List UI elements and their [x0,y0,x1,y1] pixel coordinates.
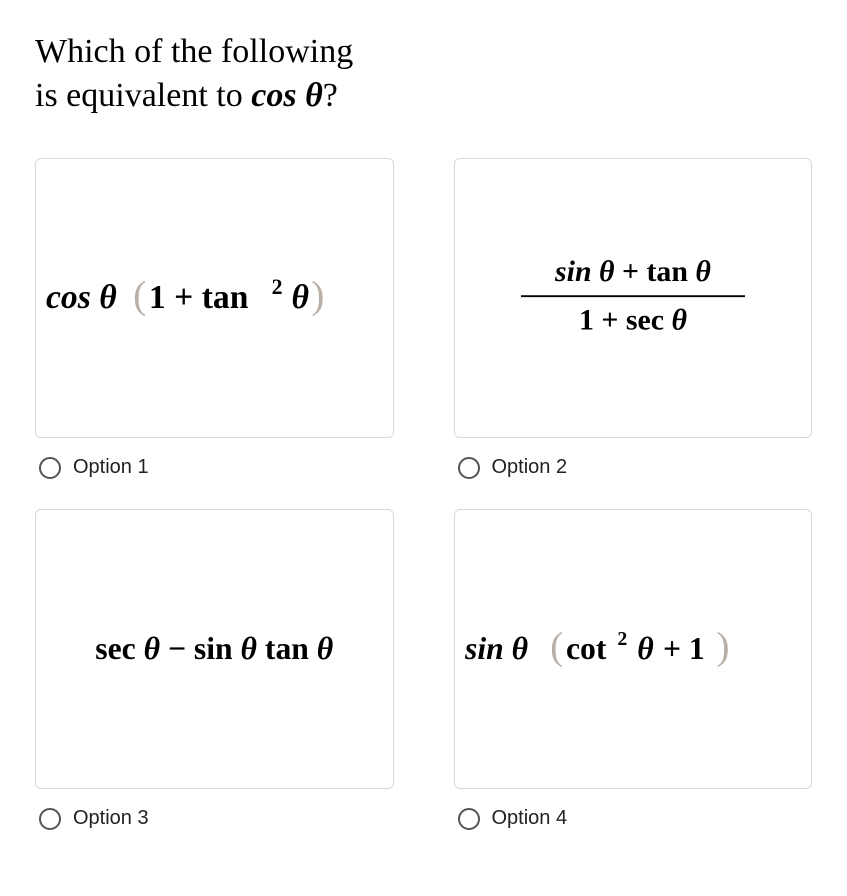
option-card-2: sin θ + tan θ 1 + sec θ [454,158,813,438]
option-radio-row-4[interactable]: Option 4 [454,807,813,830]
option-cell-4: sin θ ( cot 2 θ + 1 ) Option 4 [454,509,813,830]
option-label-1: Option 1 [73,456,149,479]
radio-icon [458,808,480,830]
radio-icon [458,457,480,479]
question-line2b: ? [323,77,338,114]
radio-icon [39,808,61,830]
option-cell-3: sec θ − sin θ tan θ Option 3 [35,509,394,830]
svg-text:): ) [311,273,324,317]
svg-text:2: 2 [617,628,627,650]
question-math: cos θ [251,77,322,114]
math-expr-3: sec θ − sin θ tan θ [46,619,383,679]
options-grid: cos θ ( 1 + tan 2 θ ) Option 1 sin θ + t… [35,158,812,830]
svg-text:(: ( [133,273,146,317]
svg-text:sec θ − sin θ tan θ: sec θ − sin θ tan θ [95,631,333,666]
math-expr-2: sin θ + tan θ 1 + sec θ [493,248,773,348]
svg-text:cos θ: cos θ [46,279,117,316]
svg-text:(: ( [550,624,563,668]
question-line1: Which of the following [35,33,353,70]
svg-text:2: 2 [272,275,283,299]
option-radio-row-1[interactable]: Option 1 [35,456,394,479]
question-line2a: is equivalent to [35,77,251,114]
radio-icon [39,457,61,479]
option-radio-row-2[interactable]: Option 2 [454,456,813,479]
option-label-4: Option 4 [492,807,568,830]
svg-text:θ: θ [637,631,653,666]
option-label-3: Option 3 [73,807,149,830]
svg-text:sin θ: sin θ [465,631,528,666]
svg-text:1 + sec θ: 1 + sec θ [579,304,687,337]
option-card-1: cos θ ( 1 + tan 2 θ ) [35,158,394,438]
svg-text:sin θ + tan θ: sin θ + tan θ [554,256,711,289]
svg-text:): ) [716,624,729,668]
option-card-3: sec θ − sin θ tan θ [35,509,394,789]
svg-text:cot: cot [565,631,606,666]
math-expr-4: sin θ ( cot 2 θ + 1 ) [465,619,802,679]
svg-text:1 + tan: 1 + tan [149,279,249,316]
option-cell-1: cos θ ( 1 + tan 2 θ ) Option 1 [35,158,394,479]
option-cell-2: sin θ + tan θ 1 + sec θ Option 2 [454,158,813,479]
svg-text:+ 1: + 1 [662,631,704,666]
question-text: Which of the following is equivalent to … [35,30,812,118]
svg-text:θ: θ [291,279,308,316]
option-radio-row-3[interactable]: Option 3 [35,807,394,830]
option-card-4: sin θ ( cot 2 θ + 1 ) [454,509,813,789]
option-label-2: Option 2 [492,456,568,479]
math-expr-1: cos θ ( 1 + tan 2 θ ) [46,268,383,328]
